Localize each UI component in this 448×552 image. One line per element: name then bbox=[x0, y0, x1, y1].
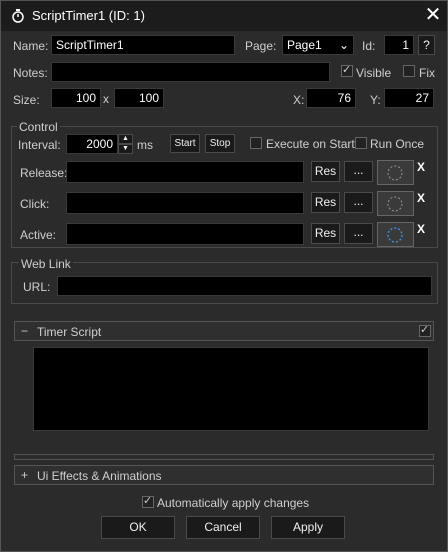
release-label: Release: bbox=[20, 166, 68, 180]
release-field[interactable] bbox=[66, 161, 304, 183]
control-group-title: Control bbox=[17, 120, 60, 134]
ui-effects-title: Ui Effects & Animations bbox=[37, 469, 162, 483]
ok-button[interactable]: OK bbox=[101, 516, 175, 539]
timer-icon bbox=[12, 9, 24, 23]
apply-button[interactable]: Apply bbox=[271, 516, 345, 539]
run-once-checkbox[interactable] bbox=[355, 137, 367, 149]
click-res-button[interactable]: Res bbox=[311, 192, 340, 213]
click-clear-icon[interactable]: X bbox=[417, 191, 425, 205]
id-field[interactable]: 1 bbox=[384, 35, 414, 55]
visible-label: Visible bbox=[356, 66, 392, 80]
active-field[interactable] bbox=[66, 223, 304, 245]
close-icon[interactable]: ✕ bbox=[422, 2, 444, 28]
expand-icon[interactable]: + bbox=[21, 468, 28, 482]
weblink-group-title: Web Link bbox=[19, 257, 73, 271]
interval-down-icon[interactable]: ▼ bbox=[118, 144, 133, 154]
execute-on-start-checkbox[interactable] bbox=[250, 137, 262, 149]
visible-checkbox[interactable] bbox=[341, 63, 353, 77]
active-label: Active: bbox=[20, 228, 57, 242]
interval-up-icon[interactable]: ▲ bbox=[118, 134, 133, 144]
timer-script-title: Timer Script bbox=[37, 325, 102, 339]
y-label: Y: bbox=[370, 93, 381, 107]
y-field[interactable]: 27 bbox=[384, 88, 434, 108]
timer-script-editor[interactable] bbox=[33, 347, 429, 431]
release-res-button[interactable]: Res bbox=[311, 161, 340, 182]
url-field[interactable] bbox=[57, 276, 432, 296]
x-field[interactable]: 76 bbox=[306, 88, 356, 108]
page-select-value: Page1 bbox=[287, 38, 322, 52]
timer-script-checkbox[interactable] bbox=[419, 323, 431, 337]
page-select[interactable]: Page1 ⌄ bbox=[282, 35, 354, 55]
x-label: X: bbox=[293, 93, 305, 107]
run-once-label: Run Once bbox=[370, 137, 425, 151]
fix-checkbox[interactable] bbox=[403, 65, 415, 77]
active-res-button[interactable]: Res bbox=[311, 223, 340, 244]
id-label: Id: bbox=[362, 39, 376, 53]
auto-apply-checkbox[interactable] bbox=[142, 494, 154, 508]
notes-field[interactable] bbox=[51, 62, 330, 82]
width-field[interactable]: 100 bbox=[51, 88, 101, 108]
size-label: Size: bbox=[13, 93, 40, 107]
chevron-down-icon: ⌄ bbox=[338, 38, 349, 52]
release-clear-icon[interactable]: X bbox=[417, 160, 425, 174]
click-label: Click: bbox=[20, 197, 50, 211]
interval-label: Interval: bbox=[18, 138, 61, 152]
release-icon-preview[interactable] bbox=[377, 160, 414, 185]
name-field[interactable]: ScriptTimer1 bbox=[51, 35, 235, 55]
url-label: URL: bbox=[23, 280, 51, 294]
notes-label: Notes: bbox=[13, 66, 48, 80]
window-title: ScriptTimer1 (ID: 1) bbox=[32, 8, 145, 23]
ms-label: ms bbox=[137, 138, 153, 152]
height-field[interactable]: 100 bbox=[114, 88, 164, 108]
active-more-button[interactable]: ... bbox=[344, 223, 373, 244]
page-label: Page: bbox=[245, 39, 277, 53]
cancel-button[interactable]: Cancel bbox=[186, 516, 260, 539]
start-button[interactable]: Start bbox=[170, 134, 200, 153]
click-more-button[interactable]: ... bbox=[344, 192, 373, 213]
fix-label: Fix bbox=[419, 66, 435, 80]
size-separator: x bbox=[103, 92, 109, 106]
release-more-button[interactable]: ... bbox=[344, 161, 373, 182]
active-clear-icon[interactable]: X bbox=[417, 222, 425, 236]
interval-field[interactable]: 2000 bbox=[66, 134, 118, 154]
name-label: Name: bbox=[13, 39, 49, 53]
execute-on-start-label: Execute on Start bbox=[266, 137, 355, 151]
help-button[interactable]: ? bbox=[418, 35, 435, 55]
stop-button[interactable]: Stop bbox=[205, 134, 235, 153]
click-icon-preview[interactable] bbox=[377, 191, 414, 216]
click-field[interactable] bbox=[66, 192, 304, 214]
active-icon-preview[interactable] bbox=[377, 222, 414, 247]
panel-divider bbox=[14, 454, 434, 460]
collapse-icon[interactable]: − bbox=[21, 324, 28, 338]
auto-apply-label: Automatically apply changes bbox=[157, 496, 310, 510]
